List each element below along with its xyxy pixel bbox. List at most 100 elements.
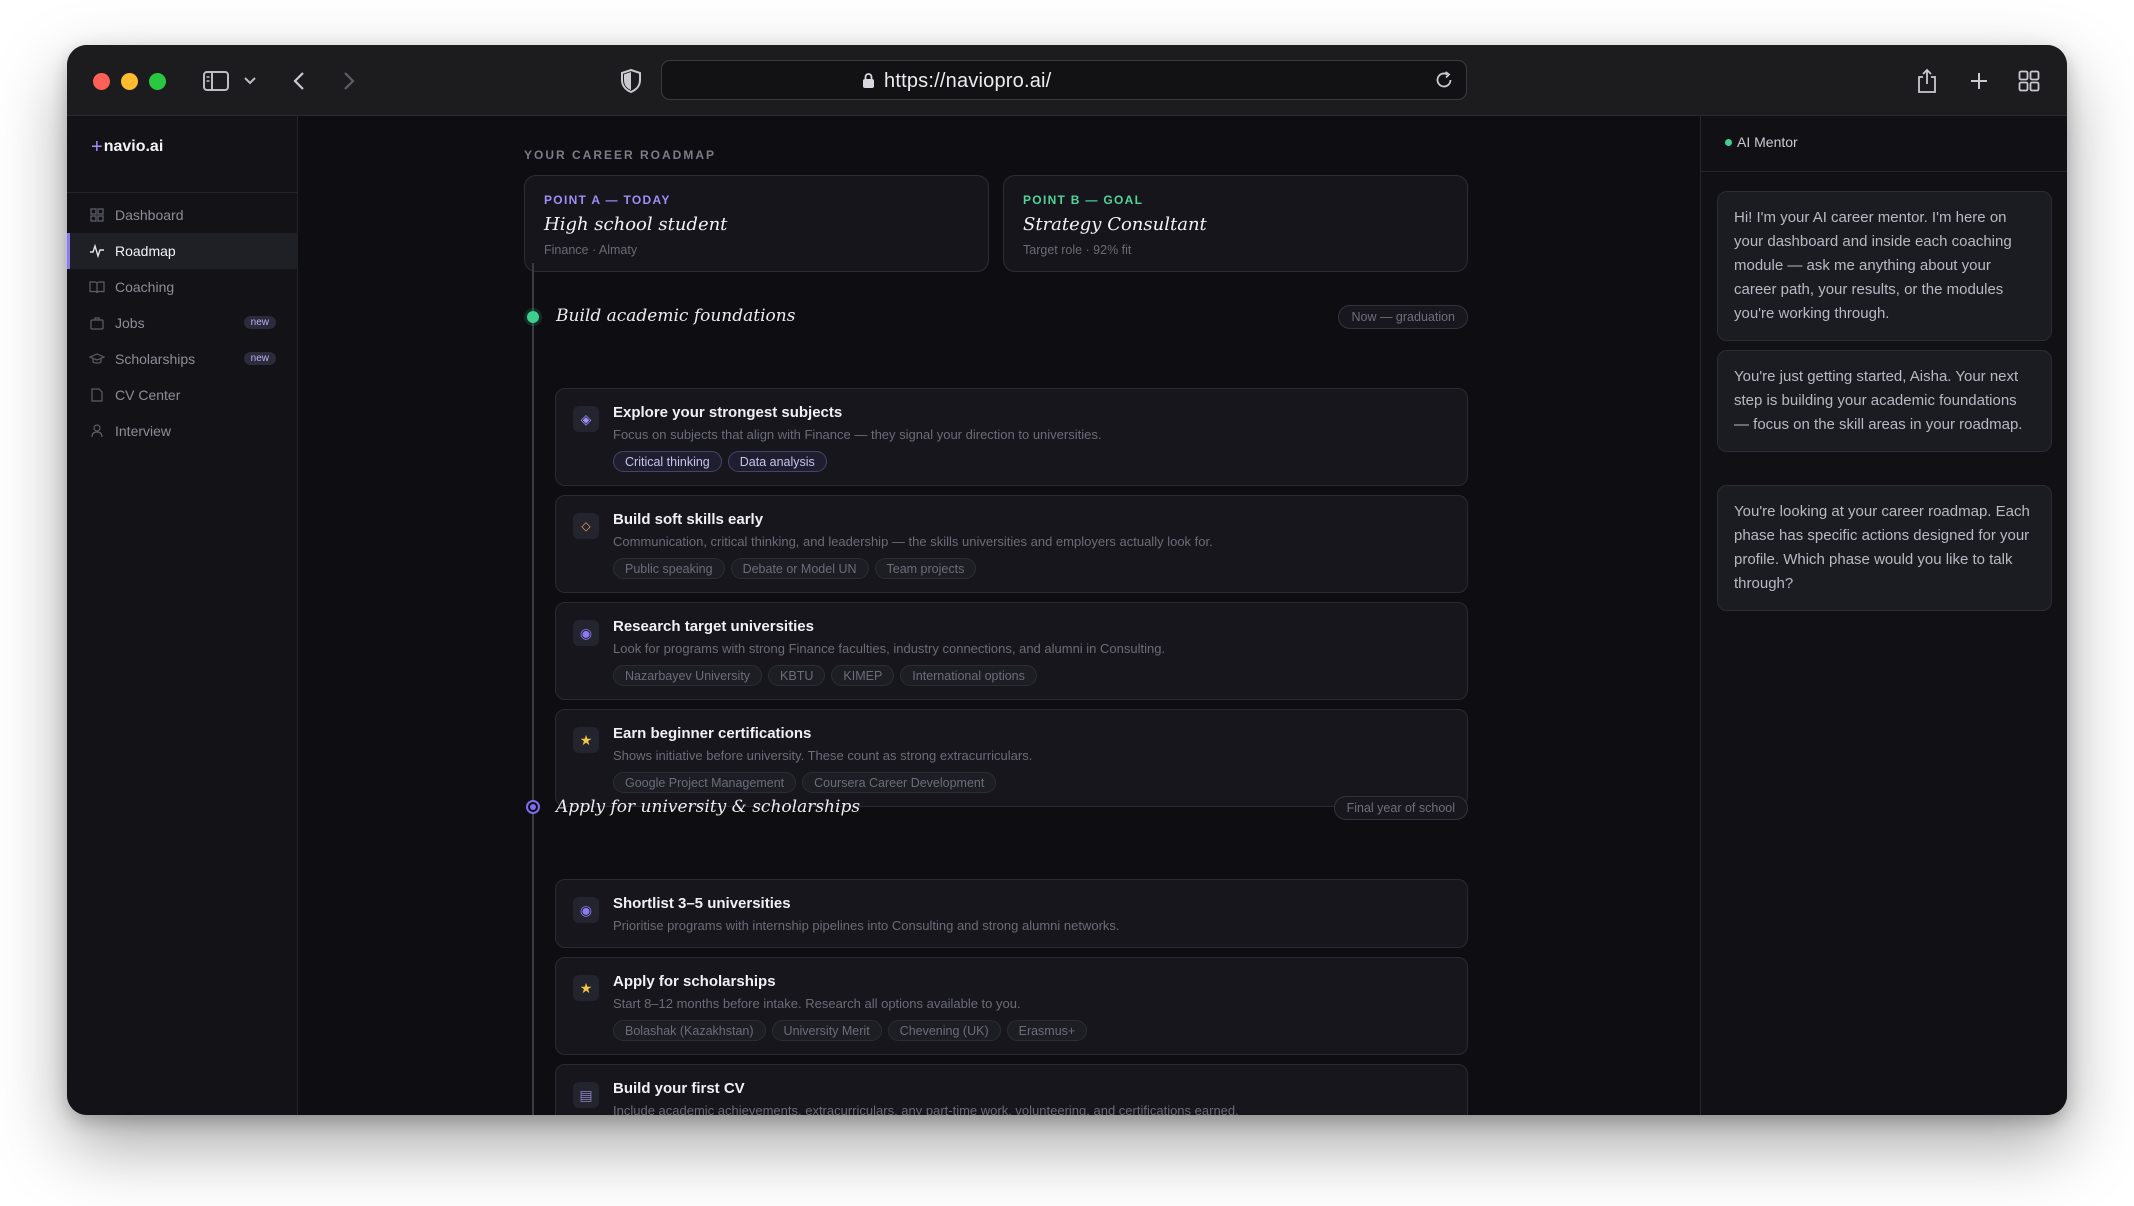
card-description: Focus on subjects that align with Financ… [613, 427, 1102, 442]
point-b-title: Strategy Consultant [1023, 214, 1207, 235]
card-tags: Public speaking Debate or Model UN Team … [613, 558, 977, 579]
cv-document-icon: ▤ [573, 1082, 599, 1108]
card-tags: Google Project Management Coursera Caree… [613, 772, 997, 793]
document-icon [89, 387, 105, 403]
card-title: Apply for scholarships [613, 973, 776, 990]
roadmap-card[interactable]: ◉ Research target universities Look for … [555, 602, 1468, 700]
card-description: Communication, critical thinking, and le… [613, 534, 1213, 549]
skill-tag[interactable]: Team projects [874, 558, 977, 579]
point-b-card[interactable]: POINT B — GOAL Strategy Consultant Targe… [1003, 175, 1468, 272]
browser-window: https://naviopro.ai/ + navio.ai Dashboar… [67, 45, 2067, 1115]
main-content: YOUR CAREER ROADMAP POINT A — TODAY High… [299, 116, 1699, 1115]
online-status-icon [1725, 139, 1732, 146]
timeline-line [532, 263, 534, 1115]
point-a-card[interactable]: POINT A — TODAY High school student Fina… [524, 175, 989, 272]
shield-icon[interactable] [619, 65, 643, 97]
university-tag[interactable]: Nazarbayev University [613, 665, 763, 686]
user-icon [89, 423, 105, 439]
target-icon: ◉ [573, 897, 599, 923]
point-b-subtitle: Target role · 92% fit [1023, 243, 1132, 257]
card-description: Shows initiative before university. Thes… [613, 748, 1033, 763]
sidebar-nav: Dashboard Roadmap Coaching Jobs new Scho… [67, 197, 298, 449]
star-icon: ★ [573, 727, 599, 753]
address-bar[interactable]: https://naviopro.ai/ [661, 60, 1467, 100]
reload-icon[interactable] [1434, 70, 1454, 95]
sidebar-item-cv-center[interactable]: CV Center [67, 377, 298, 413]
phase-timing-badge: Final year of school [1333, 796, 1468, 820]
university-tag[interactable]: International options [900, 665, 1037, 686]
card-tags: Nazarbayev University KBTU KIMEP Interna… [613, 665, 1037, 686]
card-title: Shortlist 3–5 universities [613, 895, 791, 912]
mentor-title: AI Mentor [1737, 134, 1798, 150]
sidebar-item-scholarships[interactable]: Scholarships new [67, 341, 298, 377]
scholarship-tag[interactable]: Bolashak (Kazakhstan) [613, 1020, 766, 1041]
minimize-window-button[interactable] [121, 73, 138, 90]
sidebar: + navio.ai Dashboard Roadmap Coaching Jo… [67, 116, 298, 1115]
mentor-message: Hi! I'm your AI career mentor. I'm here … [1717, 191, 2052, 341]
roadmap-card[interactable]: ◈ Explore your strongest subjects Focus … [555, 388, 1468, 486]
sidebar-item-label: Dashboard [115, 207, 184, 223]
close-window-button[interactable] [93, 73, 110, 90]
scholarship-tag[interactable]: Erasmus+ [1006, 1020, 1088, 1041]
roadmap-card[interactable]: ◇ Build soft skills early Communication,… [555, 495, 1468, 593]
mentor-message: You're just getting started, Aisha. Your… [1717, 350, 2052, 452]
card-title: Explore your strongest subjects [613, 404, 843, 421]
roadmap-card[interactable]: ◉ Shortlist 3–5 universities Prioritise … [555, 879, 1468, 948]
section-eyebrow: YOUR CAREER ROADMAP [524, 148, 717, 162]
certification-tag[interactable]: Coursera Career Development [802, 772, 997, 793]
sidebar-item-coaching[interactable]: Coaching [67, 269, 298, 305]
point-b-label: POINT B — GOAL [1023, 193, 1144, 207]
lock-icon [862, 72, 875, 94]
sidebar-item-label: Jobs [115, 315, 145, 331]
card-tags: Bolashak (Kazakhstan) University Merit C… [613, 1020, 1088, 1041]
skill-tag[interactable]: Critical thinking [613, 451, 722, 472]
sidebar-item-label: Coaching [115, 279, 175, 295]
card-description: Include academic achievements, extracurr… [613, 1103, 1239, 1115]
new-tab-icon[interactable] [1967, 65, 1991, 97]
sidebar-item-interview[interactable]: Interview [67, 413, 298, 449]
sidebar-item-roadmap[interactable]: Roadmap [67, 233, 298, 269]
card-title: Build soft skills early [613, 511, 764, 528]
sidebar-item-jobs[interactable]: Jobs new [67, 305, 298, 341]
card-description: Prioritise programs with internship pipe… [613, 918, 1120, 933]
tab-overview-icon[interactable] [2017, 65, 2041, 97]
card-title: Research target universities [613, 618, 814, 635]
roadmap-card[interactable]: ★ Apply for scholarships Start 8–12 mont… [555, 957, 1468, 1055]
phase-dot-current [527, 311, 539, 323]
url-text: https://naviopro.ai/ [884, 70, 1052, 92]
skill-tag[interactable]: Data analysis [727, 451, 827, 472]
sidebar-item-label: Interview [115, 423, 172, 439]
spark-icon: ◇ [573, 513, 599, 539]
mentor-header: AI Mentor [1701, 116, 2067, 172]
point-a-label: POINT A — TODAY [544, 193, 671, 207]
sidebar-item-label: CV Center [115, 387, 181, 403]
scholarship-tag[interactable]: Chevening (UK) [887, 1020, 1001, 1041]
grid-icon [89, 207, 105, 223]
phase-title: Build academic foundations [556, 306, 796, 326]
university-tag[interactable]: KBTU [768, 665, 826, 686]
card-tags: Critical thinking Data analysis [613, 451, 827, 472]
university-tag[interactable]: KIMEP [831, 665, 895, 686]
back-icon[interactable] [289, 65, 309, 97]
phase-title: Apply for university & scholarships [556, 797, 861, 817]
roadmap-card[interactable]: ▤ Build your first CV Include academic a… [555, 1064, 1468, 1115]
roadmap-card[interactable]: ★ Earn beginner certifications Shows ini… [555, 709, 1468, 807]
sidebar-toggle-icon[interactable] [201, 65, 231, 97]
target-icon: ◉ [573, 620, 599, 646]
brand-logo[interactable]: + navio.ai [91, 137, 164, 157]
card-title: Earn beginner certifications [613, 725, 812, 742]
skill-tag[interactable]: Debate or Model UN [730, 558, 869, 579]
brand-name: navio.ai [103, 138, 164, 155]
certification-tag[interactable]: Google Project Management [613, 772, 797, 793]
chevron-down-icon[interactable] [242, 65, 258, 97]
skill-tag[interactable]: Public speaking [613, 558, 725, 579]
sidebar-item-dashboard[interactable]: Dashboard [67, 197, 298, 233]
briefcase-icon [89, 315, 105, 331]
point-a-subtitle: Finance · Almaty [544, 243, 638, 257]
new-badge: new [243, 316, 276, 329]
forward-icon[interactable] [339, 65, 359, 97]
scholarship-tag[interactable]: University Merit [771, 1020, 882, 1041]
phase-dot-upcoming [526, 800, 540, 814]
share-icon[interactable] [1915, 65, 1939, 97]
maximize-window-button[interactable] [149, 73, 166, 90]
